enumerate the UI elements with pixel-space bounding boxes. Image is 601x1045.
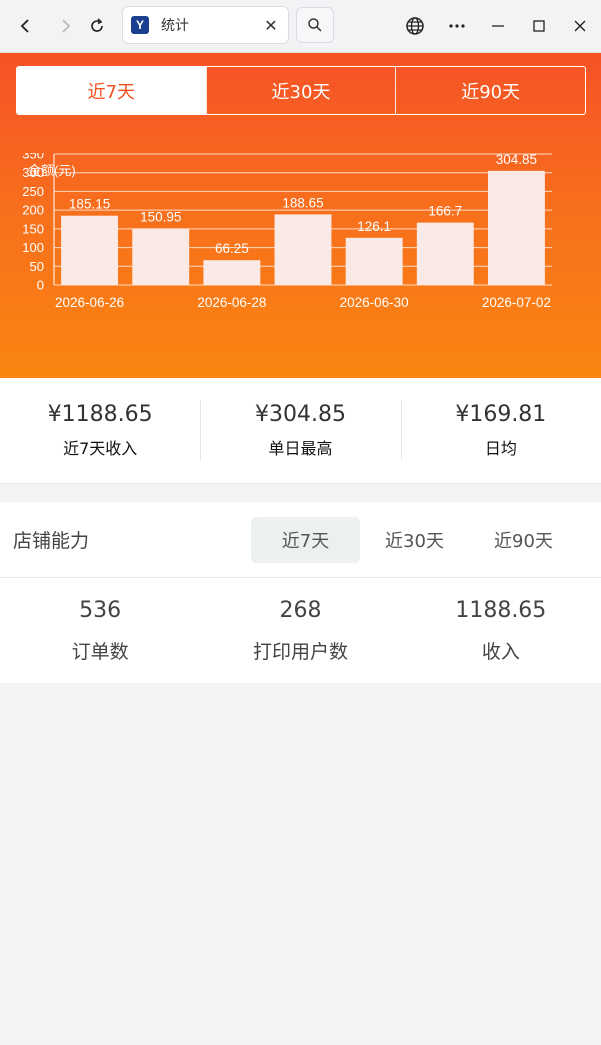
print-users-label: 打印用户数 xyxy=(252,640,348,663)
y-tick-label: 200 xyxy=(22,203,44,218)
tab-title: 统计 xyxy=(161,18,189,34)
more-menu-button[interactable] xyxy=(442,11,472,41)
income-bar-chart: 金额(元)050100150200250300350185.15150.9566… xyxy=(22,153,552,310)
forward-button[interactable] xyxy=(50,11,80,41)
browser-toolbar: Y 统计 ✕ xyxy=(0,0,601,53)
bar xyxy=(487,170,545,285)
income-value: 1188.65 xyxy=(455,597,547,623)
shop-capability-title: 店铺能力 xyxy=(13,530,90,552)
minimize-button[interactable] xyxy=(483,11,513,41)
close-icon xyxy=(574,20,586,32)
maximize-icon xyxy=(533,20,545,32)
maximize-button[interactable] xyxy=(524,11,554,41)
summary-max: ¥304.85 单日最高 xyxy=(200,378,400,483)
y-tick-label: 50 xyxy=(30,259,44,274)
summary-average: ¥169.81 日均 xyxy=(400,378,601,483)
income-label: 收入 xyxy=(481,640,520,663)
tab-close-icon[interactable]: ✕ xyxy=(262,16,280,35)
x-tick-label: 2026-06-28 xyxy=(197,295,266,310)
y-tick-label: 150 xyxy=(22,221,44,236)
globe-icon xyxy=(406,17,424,35)
shop-stat-print-users: 268 打印用户数 xyxy=(200,578,400,683)
browser-tab[interactable]: Y 统计 ✕ xyxy=(122,6,289,44)
back-button[interactable] xyxy=(11,11,41,41)
summary-max-value: ¥304.85 xyxy=(255,402,346,427)
income-header: 近7天 近30天 近90天 金额(元) 0 50 100 150 200 250 300 350… xyxy=(0,53,601,378)
bar-value-label: 185.15 xyxy=(69,197,110,212)
range-tab-7-days[interactable]: 近7天 xyxy=(17,67,206,114)
print-users-value: 268 xyxy=(279,597,322,623)
shop-tab-7-days[interactable]: 近7天 xyxy=(251,516,360,563)
y-tick-label: 350 xyxy=(22,153,44,162)
favicon-icon: Y xyxy=(131,16,149,34)
search-button[interactable] xyxy=(296,7,334,43)
bar-value-label: 150.95 xyxy=(140,210,181,225)
bar-value-label: 304.85 xyxy=(496,153,537,167)
range-tab-90-days[interactable]: 近90天 xyxy=(395,67,585,114)
bar-value-label: 166.7 xyxy=(428,204,462,219)
shop-stats-row: 536 订单数 268 打印用户数 1188.65 收入 xyxy=(0,578,601,683)
range-tab-group: 近7天 近30天 近90天 xyxy=(16,66,586,115)
summary-total: ¥1188.65 近7天收入 xyxy=(0,378,200,483)
close-window-button[interactable] xyxy=(565,11,595,41)
y-tick-label: 0 xyxy=(37,278,44,293)
bar-value-label: 188.65 xyxy=(282,195,323,210)
bar xyxy=(416,222,474,285)
more-dots-icon xyxy=(449,24,465,28)
shop-capability-header: 店铺能力 近7天 近30天 近90天 xyxy=(0,502,601,578)
forward-arrow-icon xyxy=(62,19,71,33)
summary-average-label: 日均 xyxy=(484,439,517,458)
income-summary: ¥1188.65 近7天收入 ¥304.85 单日最高 ¥169.81 日均 xyxy=(0,378,601,484)
search-icon xyxy=(308,18,322,32)
bar-value-label: 126.1 xyxy=(357,219,391,234)
bar xyxy=(345,237,403,285)
summary-total-value: ¥1188.65 xyxy=(47,402,153,427)
refresh-button[interactable] xyxy=(82,11,112,41)
summary-average-value: ¥169.81 xyxy=(455,402,547,427)
shop-stat-income: 1188.65 收入 xyxy=(401,578,601,683)
bar xyxy=(61,215,119,285)
minimize-icon xyxy=(492,25,504,27)
shop-range-tabs: 近7天 近30天 近90天 xyxy=(251,516,578,563)
shop-capability-card: 店铺能力 近7天 近30天 近90天 536 订单数 268 打印用户数 118… xyxy=(0,502,601,683)
summary-max-label: 单日最高 xyxy=(268,439,333,458)
back-arrow-icon xyxy=(20,19,29,33)
y-tick-label: 100 xyxy=(22,240,44,255)
refresh-icon xyxy=(91,18,103,32)
shop-stat-orders: 536 订单数 xyxy=(0,578,200,683)
x-tick-label: 2026-06-30 xyxy=(340,295,409,310)
orders-value: 536 xyxy=(79,597,122,623)
shop-tab-30-days[interactable]: 近30天 xyxy=(360,517,469,563)
y-tick-label: 300 xyxy=(22,165,44,180)
bar-value-label: 66.25 xyxy=(215,241,249,256)
bar xyxy=(132,228,190,285)
range-tab-30-days[interactable]: 近30天 xyxy=(205,67,396,114)
orders-label: 订单数 xyxy=(71,640,129,663)
bar xyxy=(274,214,332,285)
bar xyxy=(203,260,261,285)
y-tick-label: 250 xyxy=(22,184,44,199)
x-tick-label: 2026-07-02 xyxy=(482,295,551,310)
x-tick-label: 2026-06-26 xyxy=(55,295,124,310)
summary-total-label: 近7天收入 xyxy=(63,439,138,458)
language-button[interactable] xyxy=(400,11,430,41)
shop-tab-90-days[interactable]: 近90天 xyxy=(469,517,578,563)
